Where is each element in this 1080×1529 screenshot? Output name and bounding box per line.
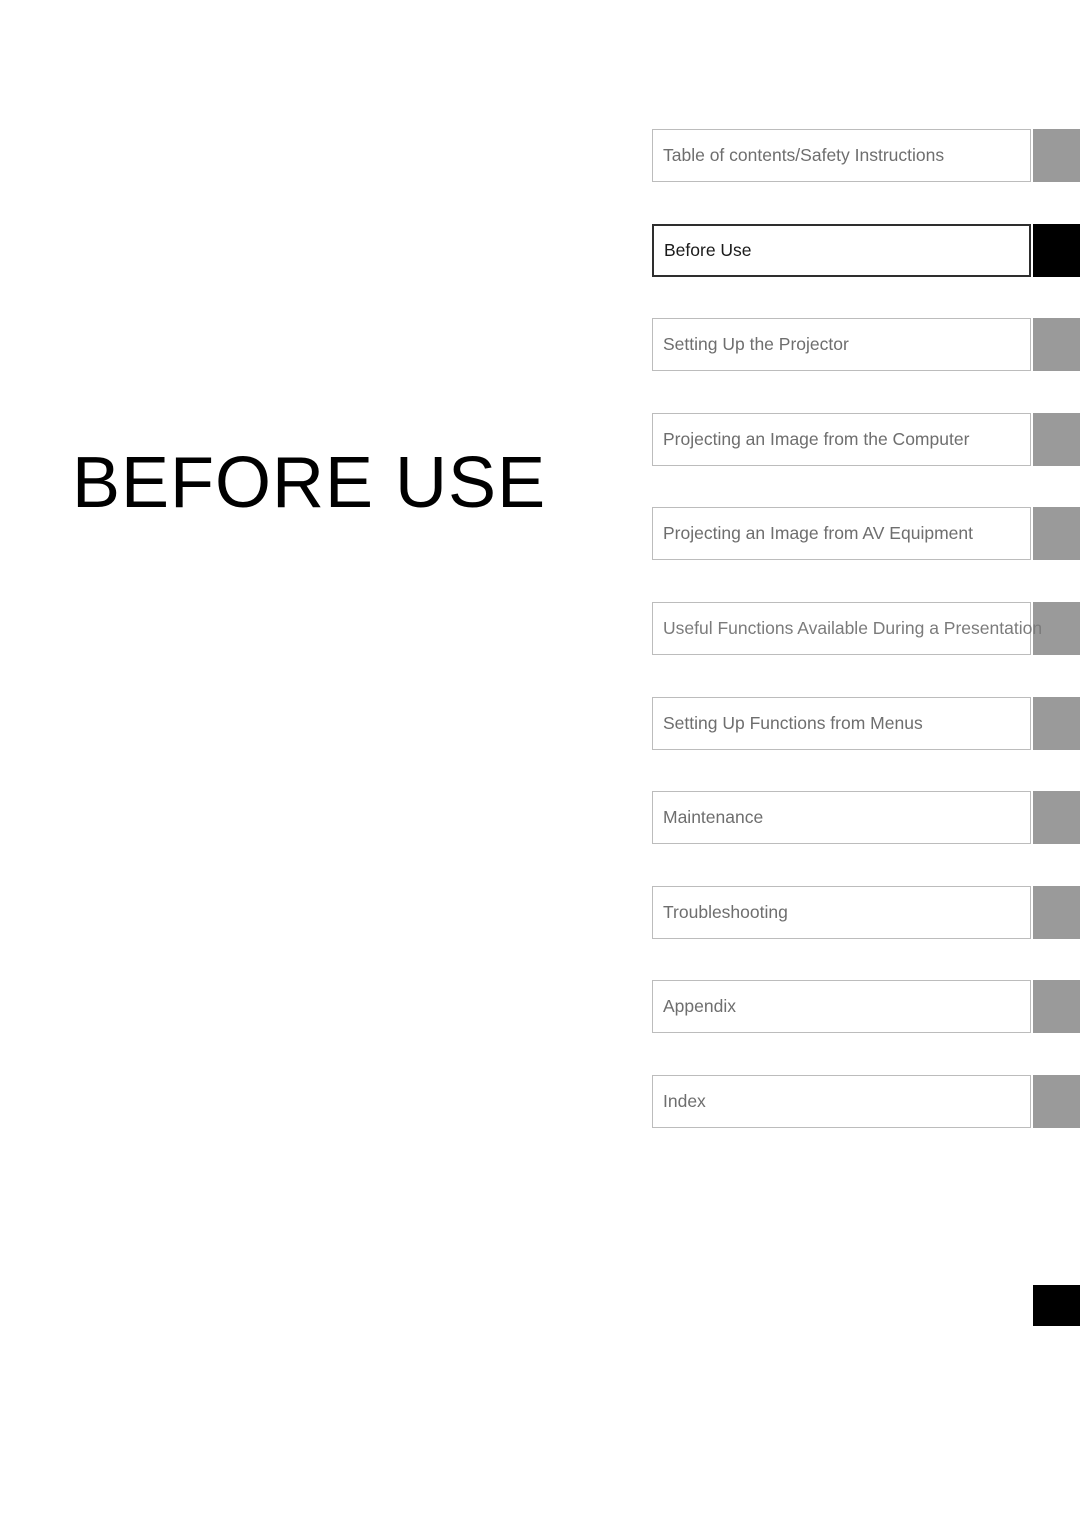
tab-row[interactable]: Before Use: [652, 223, 1080, 277]
tab-row[interactable]: Appendix: [652, 980, 1080, 1034]
tab-marker: [1033, 223, 1080, 277]
tab-marker: [1033, 318, 1080, 372]
tab-row[interactable]: Table of contents/Safety Instructions: [652, 129, 1080, 182]
tab-row[interactable]: Maintenance: [652, 791, 1080, 845]
tab-plate: [652, 980, 1031, 1034]
tab-marker: [1033, 1075, 1080, 1128]
tab-marker: [1033, 885, 1080, 939]
tab-marker: [1033, 980, 1080, 1034]
tab-row[interactable]: Projecting an Image from AV Equipment: [652, 507, 1080, 561]
tab-marker: [1033, 412, 1080, 466]
tab-marker: [1033, 507, 1080, 561]
tab-plate: [652, 318, 1031, 372]
tab-plate: [652, 412, 1031, 466]
tab-plate: [652, 885, 1031, 939]
tab-marker: [1033, 696, 1080, 750]
tab-plate: [652, 791, 1031, 845]
tab-row[interactable]: Setting Up Functions from Menus: [652, 696, 1080, 750]
tab-plate: [652, 602, 1031, 655]
tab-row[interactable]: Index: [652, 1075, 1080, 1128]
tab-plate: [652, 223, 1031, 277]
page-edge-marker: [1033, 1285, 1080, 1326]
page-title: BEFORE USE: [72, 443, 547, 524]
tab-plate: [652, 129, 1031, 182]
tab-row[interactable]: Setting Up the Projector: [652, 318, 1080, 372]
tab-plate: [652, 507, 1031, 561]
tab-row[interactable]: Useful Functions Available During a Pres…: [652, 602, 1080, 655]
tab-plate: [652, 1075, 1031, 1128]
tab-marker: [1033, 602, 1080, 655]
tab-row[interactable]: Projecting an Image from the Computer: [652, 412, 1080, 466]
tab-row[interactable]: Troubleshooting: [652, 885, 1080, 939]
tab-marker: [1033, 791, 1080, 845]
document-page: BEFORE USE Table of contents/Safety Inst…: [0, 0, 1080, 1529]
tab-marker: [1033, 129, 1080, 182]
tab-plate: [652, 696, 1031, 750]
